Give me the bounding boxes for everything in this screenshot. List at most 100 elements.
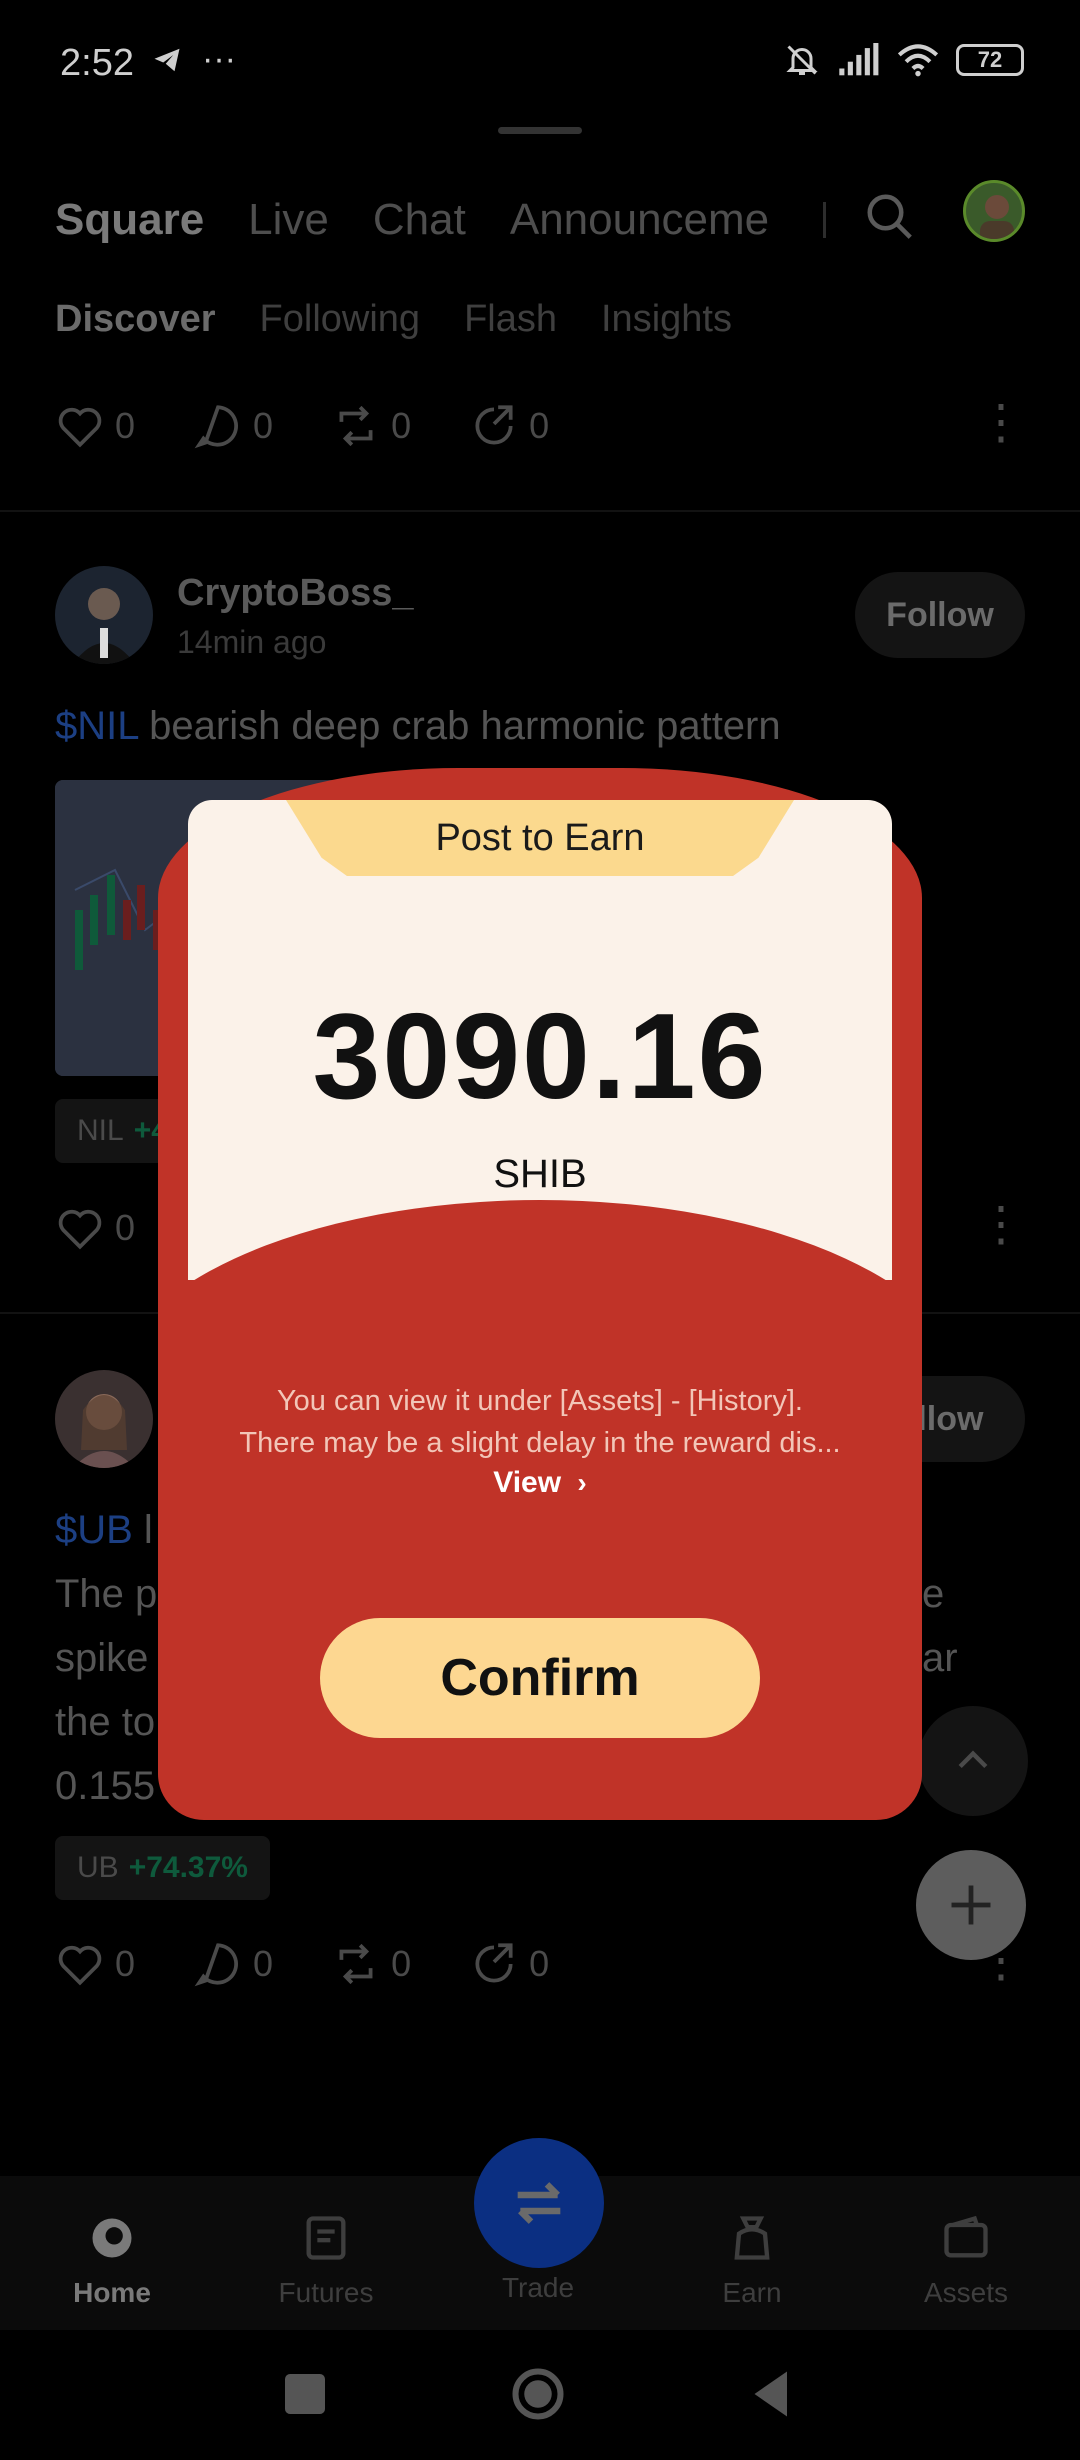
post-actions: 0 0 0 0 ⋮: [55, 398, 1025, 454]
post-line: the to: [55, 1700, 156, 1744]
profile-avatar[interactable]: [963, 180, 1025, 242]
post-header: CryptoBoss_ 14min ago Follow: [55, 566, 1025, 666]
nav-home-label: Home: [73, 2277, 151, 2308]
trade-button[interactable]: [474, 2138, 604, 2268]
coin-chip[interactable]: UB +74.37%: [55, 1836, 270, 1900]
post-line: 0.155: [55, 1764, 156, 1808]
view-label: View: [493, 1466, 562, 1499]
share-icon: [475, 1943, 513, 1983]
post-text-fragment: e: [922, 1572, 945, 1616]
heart-icon: [58, 407, 102, 448]
post-line: The p: [55, 1572, 158, 1616]
sheet-handle[interactable]: [498, 127, 582, 134]
tab-announcements[interactable]: Announceme: [510, 195, 769, 245]
chevron-up-icon: [958, 1750, 988, 1769]
post-text: bearish deep crab harmonic pattern: [138, 704, 781, 748]
post-separator: [0, 510, 1080, 512]
nav-trade-label: Trade: [501, 2272, 575, 2303]
more-notifications-icon: ···: [202, 40, 236, 78]
comment-button[interactable]: 0: [193, 401, 273, 451]
author-name[interactable]: CryptoBoss_: [177, 572, 414, 615]
confirm-button[interactable]: Confirm: [320, 1618, 760, 1738]
search-icon[interactable]: [863, 190, 917, 244]
chevron-right-icon: ›: [577, 1467, 587, 1498]
info-line: There may be a slight delay in the rewar…: [239, 1427, 841, 1459]
repost-count: 0: [391, 405, 412, 446]
telegram-icon: [154, 48, 180, 71]
share-count: 0: [529, 405, 550, 446]
sub-tabs: Discover Following Flash Insights: [55, 298, 732, 341]
share-button[interactable]: 0: [469, 1939, 549, 1989]
like-count: 0: [115, 405, 136, 446]
back-icon[interactable]: [742, 2364, 802, 2424]
coin-symbol: NIL: [77, 1114, 124, 1147]
like-button[interactable]: 0: [55, 1203, 135, 1253]
post-text: l: [132, 1508, 153, 1552]
post-time: 14min ago: [177, 624, 327, 660]
coin-change: +74.37%: [128, 1851, 248, 1884]
wifi-icon: [897, 44, 939, 77]
earn-icon: [734, 2216, 770, 2260]
nav-assets-label: Assets: [923, 2277, 1009, 2308]
plus-icon: [951, 1885, 991, 1925]
like-count: 0: [115, 1943, 136, 1984]
post-text-fragment: ar: [922, 1636, 958, 1680]
nav-home[interactable]: Home: [32, 2212, 192, 2309]
tab-divider: [823, 202, 826, 238]
comment-icon: [194, 405, 239, 449]
author-avatar[interactable]: [55, 566, 153, 664]
create-post-button[interactable]: [916, 1850, 1026, 1960]
follow-button[interactable]: Follow: [855, 572, 1025, 658]
futures-icon: [306, 2216, 346, 2260]
repost-button[interactable]: 0: [331, 1939, 411, 1989]
repost-icon: [339, 405, 373, 447]
nav-earn[interactable]: Earn: [672, 2212, 832, 2309]
reward-currency: SHIB: [493, 1152, 587, 1196]
tab-square[interactable]: Square: [55, 195, 204, 245]
system-nav: [0, 2330, 1080, 2460]
nav-assets[interactable]: Assets: [886, 2212, 1046, 2309]
subtab-flash[interactable]: Flash: [464, 298, 557, 341]
nav-trade[interactable]: Trade: [458, 2272, 618, 2304]
repost-icon: [339, 1943, 373, 1985]
more-options-icon[interactable]: ⋮: [977, 1200, 1025, 1250]
reward-info: You can view it under [Assets] - [Histor…: [198, 1380, 882, 1464]
wallet-icon: [944, 2215, 988, 2258]
post-to-earn-modal: Post to Earn 3090.16 SHIB You can view i…: [158, 768, 922, 1820]
home-icon: [92, 2218, 132, 2258]
comment-button[interactable]: 0: [193, 1939, 273, 1989]
view-link[interactable]: View ›: [158, 1466, 922, 1500]
tab-live[interactable]: Live: [248, 195, 329, 245]
coin-tag[interactable]: $NIL: [55, 704, 138, 748]
post-body[interactable]: $UB l The p spike the to 0.155: [55, 1498, 157, 1818]
subtab-discover[interactable]: Discover: [55, 298, 216, 341]
comment-count: 0: [253, 405, 274, 446]
subtab-following[interactable]: Following: [260, 298, 421, 341]
subtab-insights[interactable]: Insights: [601, 298, 732, 341]
nav-futures-label: Futures: [278, 2277, 374, 2308]
more-options-icon[interactable]: ⋮: [977, 398, 1025, 448]
like-button[interactable]: 0: [55, 401, 135, 451]
repost-count: 0: [391, 1943, 412, 1984]
share-button[interactable]: 0: [469, 401, 549, 451]
home-circle-icon[interactable]: [508, 2364, 568, 2424]
post-line: spike: [55, 1636, 149, 1680]
swap-arrows-icon: [517, 2182, 561, 2224]
signal-icon: [839, 43, 879, 76]
heart-icon: [58, 1945, 102, 1986]
coin-tag[interactable]: $UB: [55, 1508, 133, 1552]
author-avatar[interactable]: [55, 1370, 153, 1468]
like-button[interactable]: 0: [55, 1939, 135, 1989]
nav-futures[interactable]: Futures: [246, 2212, 406, 2309]
coin-symbol: UB: [77, 1851, 119, 1884]
recents-icon[interactable]: [275, 2364, 335, 2424]
tab-chat[interactable]: Chat: [373, 195, 466, 245]
repost-button[interactable]: 0: [331, 401, 411, 451]
status-time: 2:52: [60, 42, 134, 84]
post-body[interactable]: $NIL bearish deep crab harmonic pattern: [55, 694, 781, 758]
scroll-to-top-button[interactable]: [918, 1706, 1028, 1816]
nav-earn-label: Earn: [722, 2277, 782, 2308]
mute-bell-icon: [786, 45, 818, 75]
comment-count: 0: [253, 1943, 274, 1984]
comment-icon: [194, 1943, 239, 1987]
